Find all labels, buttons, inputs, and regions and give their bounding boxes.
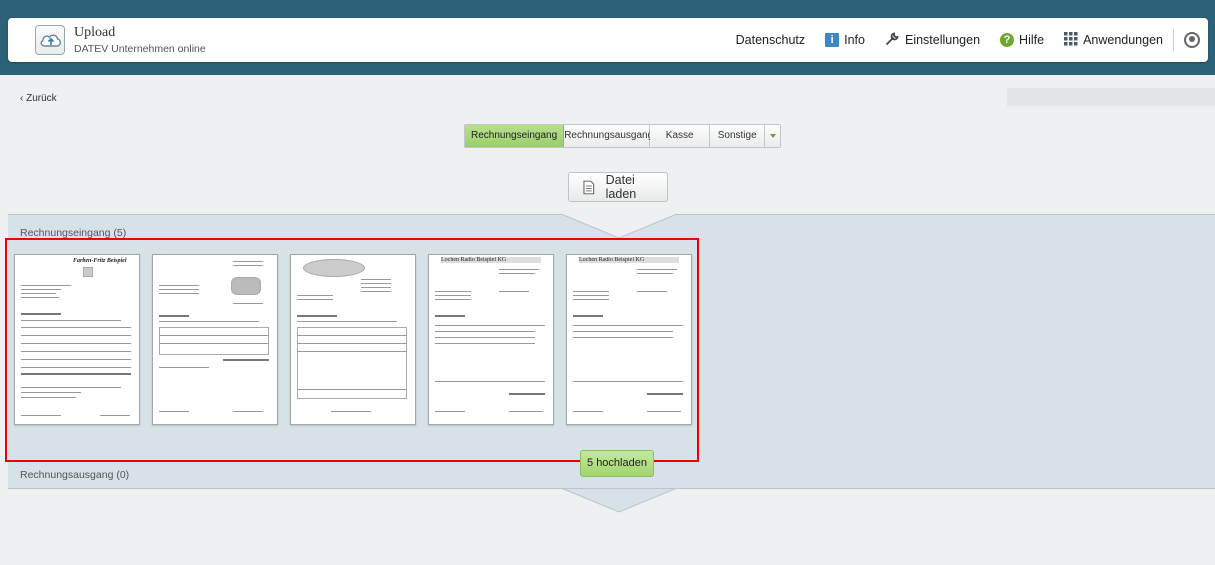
- app-subtitle: DATEV Unternehmen online: [74, 43, 206, 55]
- upload-cloud-icon[interactable]: [35, 25, 65, 55]
- nav-anwendungen-label: Anwendungen: [1083, 33, 1163, 47]
- file-load-label: Datei laden: [605, 173, 637, 201]
- back-link-label: Zurück: [26, 93, 57, 104]
- document-thumbnails: Farben-Fritz Beispiel Lochen Radio Beisp…: [5, 238, 699, 462]
- nav-datenschutz[interactable]: Datenschutz: [736, 33, 805, 47]
- nav-anwendungen[interactable]: Anwendungen: [1064, 31, 1163, 49]
- thumbnail-heading: Farben-Fritz Beispiel: [73, 258, 127, 264]
- file-icon: [583, 180, 595, 194]
- file-load-button[interactable]: Datei laden: [568, 172, 668, 202]
- nav-separator: [1173, 29, 1174, 51]
- wrench-icon: [885, 31, 900, 49]
- document-thumbnail[interactable]: [152, 254, 278, 425]
- document-thumbnail[interactable]: [290, 254, 416, 425]
- section-rechnungsausgang-label: Rechnungsausgang (0): [20, 469, 130, 481]
- user-icon[interactable]: [1184, 32, 1200, 48]
- apps-grid-icon: [1064, 31, 1078, 49]
- help-icon: ?: [1000, 33, 1015, 47]
- tab-dropdown[interactable]: [765, 125, 781, 147]
- section-divider: [8, 214, 1215, 215]
- nav-datenschutz-label: Datenschutz: [735, 33, 806, 47]
- nav-hilfe-label: Hilfe: [1019, 33, 1045, 47]
- upload-button[interactable]: 5 hochladen: [580, 450, 654, 477]
- app-title: Upload: [74, 25, 116, 40]
- nav-einstellungen-label: Einstellungen: [904, 33, 981, 47]
- tab-rechnungseingang[interactable]: Rechnungseingang: [465, 125, 565, 147]
- chevron-left-icon: ‹: [20, 93, 24, 104]
- document-thumbnail[interactable]: Lochen Radio Beispiel KG: [428, 254, 554, 425]
- nav-hilfe[interactable]: ? Hilfe: [1000, 33, 1044, 47]
- app-header: Upload DATEV Unternehmen online Datensch…: [8, 18, 1208, 62]
- tab-sonstige[interactable]: Sonstige: [710, 125, 766, 147]
- nav-info[interactable]: i Info: [825, 33, 865, 47]
- tab-rechnungsausgang[interactable]: Rechnungsausgang: [564, 125, 653, 147]
- chevron-down-icon: [769, 134, 776, 138]
- nav-einstellungen[interactable]: Einstellungen: [885, 31, 980, 49]
- section-divider: [8, 488, 1215, 489]
- category-tabs: Rechnungseingang Rechnungsausgang Kasse …: [464, 124, 782, 148]
- nav-info-label: Info: [844, 33, 865, 47]
- back-link[interactable]: ‹ Zurück: [20, 93, 57, 104]
- document-thumbnail[interactable]: Lochen Radio Beispiel KG: [566, 254, 692, 425]
- thumbnail-heading: Lochen Radio Beispiel KG: [441, 257, 541, 263]
- tab-kasse[interactable]: Kasse: [650, 125, 711, 147]
- info-icon: i: [825, 33, 840, 47]
- document-thumbnail[interactable]: Farben-Fritz Beispiel: [14, 254, 140, 425]
- thumbnail-heading: Lochen Radio Beispiel KG: [579, 257, 679, 263]
- top-right-strip: [1007, 88, 1215, 106]
- top-nav: Datenschutz i Info Einstellungen ? Hilfe: [716, 18, 1200, 62]
